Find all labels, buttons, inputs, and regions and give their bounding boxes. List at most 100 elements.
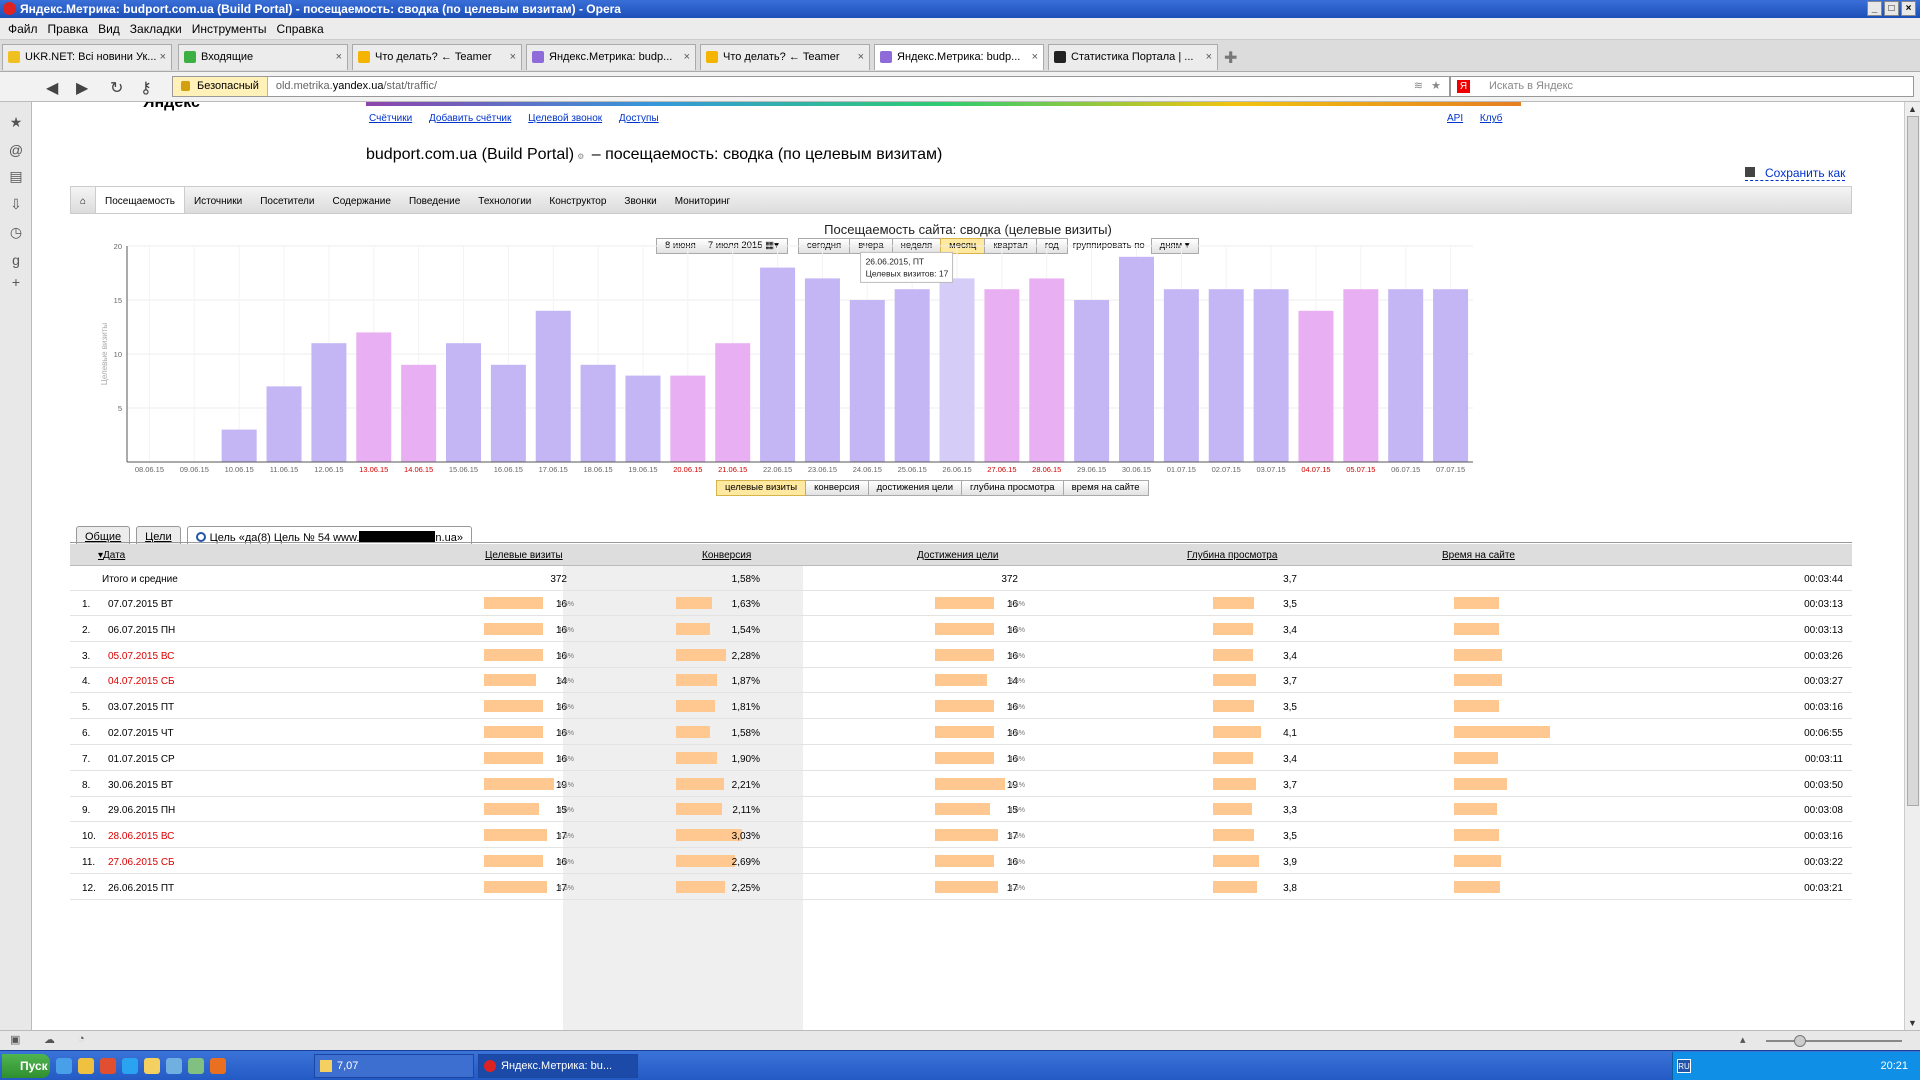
metric-switch-2[interactable]: конверсия xyxy=(805,480,869,496)
home-icon[interactable]: ⌂ xyxy=(71,187,95,213)
bar[interactable] xyxy=(311,343,347,462)
bar[interactable] xyxy=(715,343,751,462)
browser-tab-4[interactable]: Яндекс.Метрика: budp... × xyxy=(526,44,696,70)
media-icon[interactable] xyxy=(100,1058,116,1074)
bookmark-star-icon[interactable]: ★ xyxy=(1431,77,1441,96)
bar[interactable] xyxy=(490,364,526,462)
bar[interactable] xyxy=(760,267,796,462)
table-row[interactable]: 4. 04.07.2015 СБ 14 3,8% 1,87% 14 3,8% 3,7 00:03… xyxy=(70,668,1852,694)
yandex-search-icon[interactable]: Я xyxy=(1457,80,1470,93)
nav-tab-5[interactable]: Поведение xyxy=(400,187,469,213)
link-target-call[interactable]: Целевой звонок xyxy=(528,113,602,124)
browser-tab-2[interactable]: Входящие × xyxy=(178,44,348,70)
header-conversion[interactable]: Конверсия xyxy=(702,550,751,561)
table-row[interactable]: 11. 27.06.2015 СБ 16 4,3% 2,69% 16 4,3% 3,9 00:0… xyxy=(70,849,1852,874)
bar[interactable] xyxy=(401,364,437,462)
bar[interactable] xyxy=(1029,278,1065,462)
bar[interactable] xyxy=(1433,289,1469,462)
bar[interactable] xyxy=(1208,289,1244,462)
link-club[interactable]: Клуб xyxy=(1480,113,1503,124)
table-row[interactable]: 5. 03.07.2015 ПТ 16 4,3% 1,81% 16 4,3% 3,5 00:03… xyxy=(70,694,1852,720)
panel-toggle-icon[interactable]: ▣ xyxy=(10,1033,20,1046)
downloads-icon[interactable]: ⇩ xyxy=(8,196,24,212)
bar[interactable] xyxy=(266,386,302,462)
forward-icon[interactable]: ▶ xyxy=(76,78,88,98)
header-time[interactable]: Время на сайте xyxy=(1442,550,1515,561)
mail-icon[interactable]: @ xyxy=(8,142,24,158)
link-add-counter[interactable]: Добавить счётчик xyxy=(429,113,511,124)
key-icon[interactable]: ⚷ xyxy=(140,78,152,98)
reload-icon[interactable]: ↻ xyxy=(110,78,123,98)
bar[interactable] xyxy=(1074,300,1110,462)
view-icon[interactable]: ▴ xyxy=(1740,1033,1746,1046)
bar[interactable] xyxy=(1388,289,1424,462)
firefox-icon[interactable] xyxy=(210,1058,226,1074)
bar[interactable] xyxy=(670,375,706,462)
browser-tab-7[interactable]: Статистика Портала | ... × xyxy=(1048,44,1218,70)
bar[interactable] xyxy=(1163,289,1199,462)
table-row[interactable]: 2. 06.07.2015 ПН 16 4,3% 1,54% 16 4,3% 3,4 00:03… xyxy=(70,617,1852,642)
menu-bookmarks[interactable]: Закладки xyxy=(130,18,192,39)
table-row[interactable]: 6. 02.07.2015 ЧТ 16 4,3% 1,58% 16 4,3% 4,1 00:06… xyxy=(70,720,1852,745)
tab-close-icon[interactable]: × xyxy=(684,45,690,69)
bar[interactable] xyxy=(849,300,885,462)
header-depth[interactable]: Глубина просмотра xyxy=(1187,550,1277,561)
bar[interactable] xyxy=(804,278,840,462)
google-icon[interactable]: g xyxy=(8,252,24,268)
bar[interactable] xyxy=(356,332,392,462)
metric-switch-3[interactable]: достижения цели xyxy=(867,480,963,496)
menu-help[interactable]: Справка xyxy=(277,18,334,39)
address-field[interactable]: Безопасный old.metrika.yandex.ua/stat/tra… xyxy=(172,76,1450,97)
header-date[interactable]: ▾Дата xyxy=(98,550,125,561)
header-goals[interactable]: Достижения цели xyxy=(917,550,998,561)
task-opera[interactable]: Яндекс.Метрика: bu... xyxy=(478,1054,638,1078)
nav-tab-1[interactable]: Посещаемость xyxy=(95,187,185,213)
metric-switch-4[interactable]: глубина просмотра xyxy=(961,480,1064,496)
add-panel-icon[interactable]: + xyxy=(8,274,24,290)
zoom-slider[interactable] xyxy=(1766,1035,1902,1047)
language-indicator[interactable]: RU xyxy=(1677,1059,1691,1073)
page-scrollbar[interactable]: ▲ ▼ xyxy=(1904,102,1920,1030)
app-icon[interactable] xyxy=(188,1058,204,1074)
table-row[interactable]: 9. 29.06.2015 ПН 15 4,0% 2,11% 15 4,0% 3,3 00:03… xyxy=(70,797,1852,823)
header-visits[interactable]: Целевые визиты xyxy=(485,550,563,561)
bookmarks-icon[interactable]: ★ xyxy=(8,114,24,130)
maximize-button[interactable]: □ xyxy=(1884,1,1899,16)
bar[interactable] xyxy=(625,375,661,462)
bar[interactable] xyxy=(984,289,1020,462)
close-button[interactable]: × xyxy=(1901,1,1916,16)
start-button[interactable]: Пуск xyxy=(2,1054,50,1078)
bar[interactable] xyxy=(894,289,930,462)
bar[interactable] xyxy=(1343,289,1379,462)
folder-icon[interactable] xyxy=(144,1058,160,1074)
turbo-icon[interactable]: ◔ xyxy=(78,1033,85,1045)
bar[interactable] xyxy=(446,343,481,462)
save-as-link[interactable]: Сохранить как xyxy=(1745,166,1846,181)
browser-tab-5[interactable]: Что делать? ← Teamer × xyxy=(700,44,870,70)
bar[interactable] xyxy=(1298,310,1334,462)
clock[interactable]: 20:21 xyxy=(1880,1060,1908,1072)
menu-view[interactable]: Вид xyxy=(98,18,130,39)
browser-tab-3[interactable]: Что делать? ← Teamer × xyxy=(352,44,522,70)
notes-icon[interactable]: ▤ xyxy=(8,168,24,184)
table-row[interactable]: 1. 07.07.2015 ВТ 16 4,3% 1,63% 16 4,3% 3,5 00:03… xyxy=(70,591,1852,616)
explorer-icon[interactable] xyxy=(78,1058,94,1074)
bar[interactable] xyxy=(939,278,975,462)
ie-icon[interactable] xyxy=(56,1058,72,1074)
back-icon[interactable]: ◀ xyxy=(46,78,58,98)
nav-tab-4[interactable]: Содержание xyxy=(323,187,399,213)
nav-tab-9[interactable]: Мониторинг xyxy=(666,187,739,213)
scroll-down-icon[interactable]: ▼ xyxy=(1908,1018,1917,1028)
table-row[interactable]: 8. 30.06.2015 ВТ 19 5,1% 2,21% 19 5,1% 3,7 00:03… xyxy=(70,772,1852,797)
new-tab-button[interactable]: ✚ xyxy=(1224,48,1237,68)
tab-close-icon[interactable]: × xyxy=(1206,45,1212,69)
bar[interactable] xyxy=(1253,289,1289,462)
search-input[interactable]: Я Искать в Яндекс xyxy=(1450,76,1914,97)
table-row[interactable]: 10. 28.06.2015 ВС 17 4,6% 3,03% 17 4,6% 3,5 00:0… xyxy=(70,823,1852,849)
link-counters[interactable]: Счётчики xyxy=(369,113,412,124)
menu-file[interactable]: Файл xyxy=(8,18,48,39)
nav-tab-2[interactable]: Источники xyxy=(185,187,251,213)
scroll-thumb[interactable] xyxy=(1907,116,1919,806)
counter-settings-icon[interactable]: ⚙ xyxy=(577,152,584,161)
link-api[interactable]: API xyxy=(1447,113,1463,124)
